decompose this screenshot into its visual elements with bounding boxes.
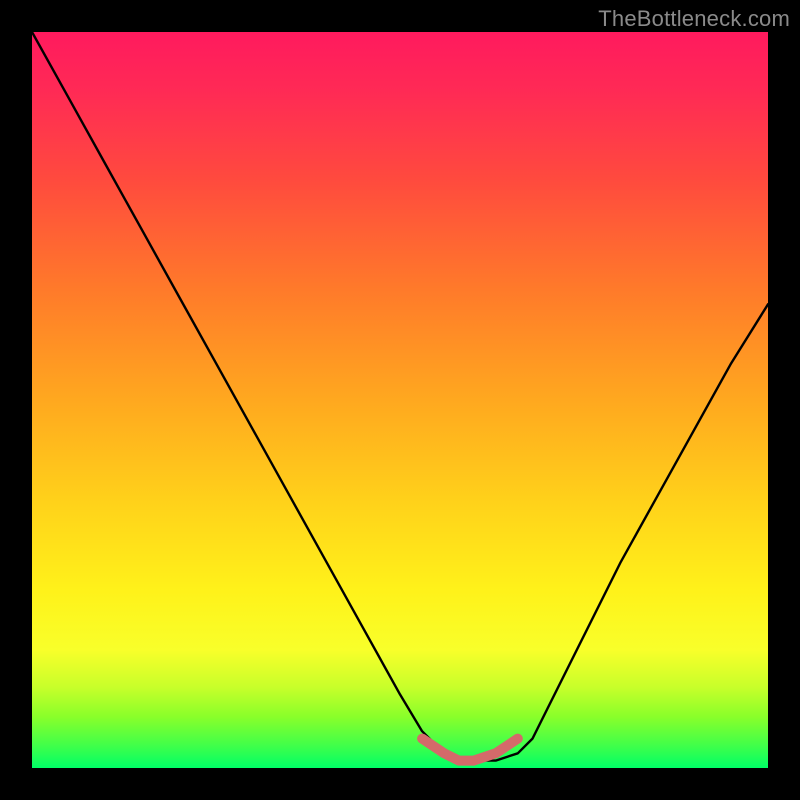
chart-frame: TheBottleneck.com xyxy=(0,0,800,800)
watermark-text: TheBottleneck.com xyxy=(598,6,790,32)
chart-svg xyxy=(32,32,768,768)
bottleneck-curve xyxy=(32,32,768,761)
plot-area xyxy=(32,32,768,768)
